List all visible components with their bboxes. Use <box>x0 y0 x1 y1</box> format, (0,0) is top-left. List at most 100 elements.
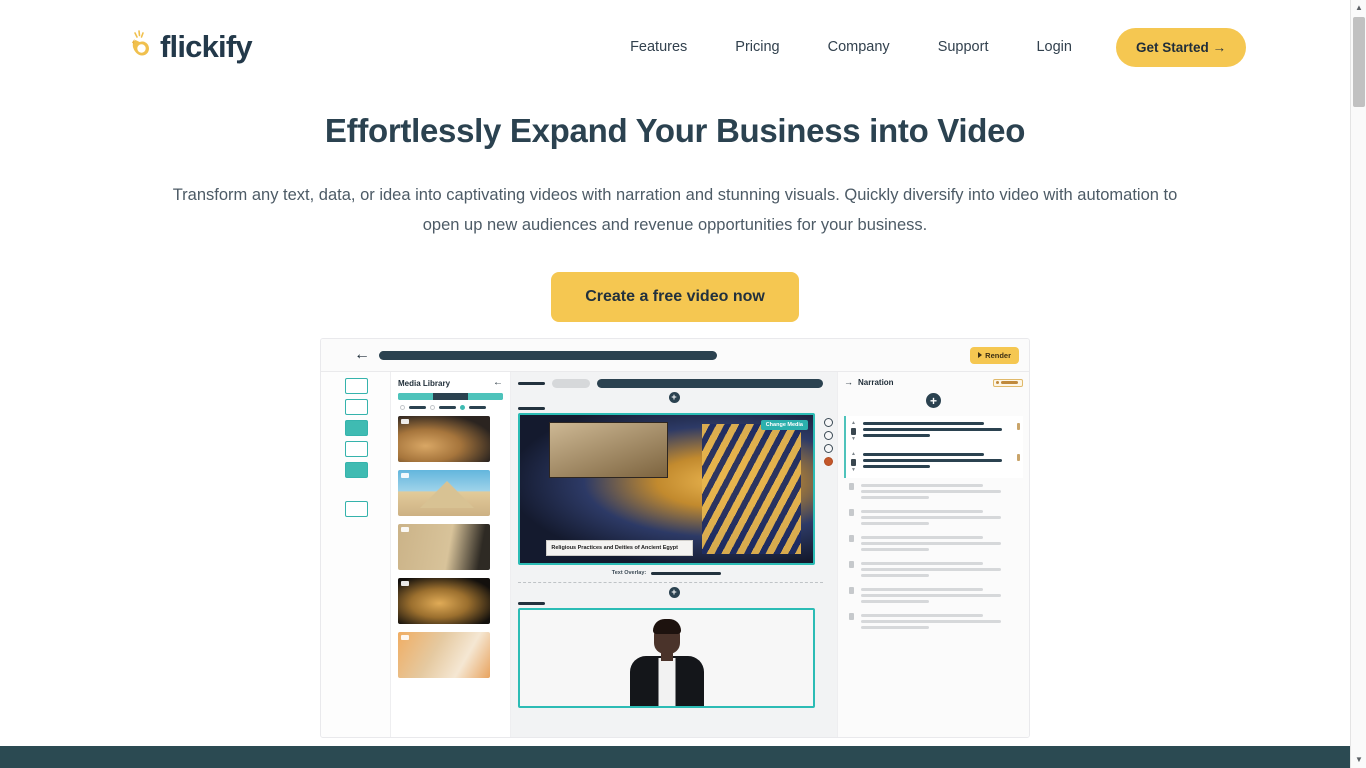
scene-card-1[interactable]: Change Media Religious Practices and Dei… <box>518 413 815 565</box>
scroll-down-icon[interactable]: ▼ <box>1351 752 1366 768</box>
scrollbar-thumb[interactable] <box>1353 17 1365 107</box>
brand-logo[interactable]: flickify <box>126 29 253 65</box>
narration-item[interactable] <box>844 556 1023 582</box>
video-icon <box>401 581 409 586</box>
narration-item-controls[interactable] <box>847 587 856 594</box>
nav-item-login[interactable]: Login <box>1012 31 1095 63</box>
text-overlay-value[interactable] <box>651 571 722 575</box>
sarcophagus-thumbnail[interactable] <box>398 416 490 462</box>
scene-card-2[interactable] <box>518 608 815 708</box>
avatar-hair <box>652 619 681 634</box>
drag-handle-icon[interactable] <box>851 428 856 435</box>
media-library-title: Media Library <box>398 378 451 388</box>
rail-item[interactable] <box>345 378 368 394</box>
scene-rail <box>321 372 391 737</box>
narration-item-controls[interactable] <box>847 509 856 516</box>
narration-item[interactable] <box>844 504 1023 530</box>
narration-item[interactable] <box>844 530 1023 556</box>
app-topbar: ← Render <box>321 339 1029 372</box>
narration-item-controls[interactable]: ▲ ▼ <box>849 421 858 442</box>
rail-item[interactable] <box>345 501 368 517</box>
chevron-up-icon[interactable]: ▲ <box>851 421 856 426</box>
media-library-tabs[interactable] <box>398 393 503 400</box>
drag-handle-icon[interactable] <box>849 613 854 620</box>
back-arrow-icon[interactable]: ← <box>354 347 370 363</box>
hieroglyphics-thumbnail[interactable] <box>398 524 490 570</box>
chevron-left-icon[interactable]: ← <box>493 378 503 388</box>
mummy-thumbnail[interactable] <box>398 578 490 624</box>
drag-handle-icon[interactable] <box>849 483 854 490</box>
arrow-right-icon[interactable]: → <box>844 378 853 387</box>
scene-action-icon[interactable] <box>824 431 833 440</box>
chevron-up-icon[interactable]: ▲ <box>851 452 856 457</box>
video-icon <box>401 635 409 640</box>
page-scrollbar[interactable]: ▲ ▼ <box>1350 0 1366 768</box>
narration-header: → Narration <box>844 378 1023 387</box>
canvas-chip[interactable] <box>552 379 590 388</box>
app-preview-image: ← Render Media Library ← + Change Media … <box>320 338 1030 738</box>
app-body: Media Library ← + Change Media Religious… <box>321 372 1029 737</box>
scene-action-icon-active[interactable] <box>824 457 833 466</box>
drag-handle-icon[interactable] <box>849 509 854 516</box>
rail-item[interactable] <box>345 462 368 478</box>
narration-item-controls[interactable]: ▲ ▼ <box>849 452 858 473</box>
narration-item[interactable]: ▲ ▼ <box>844 447 1023 478</box>
drag-handle-icon[interactable] <box>849 587 854 594</box>
filter-label <box>409 406 426 409</box>
nav-item-pricing[interactable]: Pricing <box>711 31 803 63</box>
pyramid-thumbnail[interactable] <box>398 470 490 516</box>
narration-item-controls[interactable] <box>847 613 856 620</box>
scene-action-icon[interactable] <box>824 418 833 427</box>
scroll-up-icon[interactable]: ▲ <box>1351 0 1366 16</box>
drag-handle-icon[interactable] <box>849 535 854 542</box>
narration-item-controls[interactable] <box>847 483 856 490</box>
narration-item-text <box>863 421 1012 437</box>
project-title-bar <box>379 350 717 360</box>
radio-icon[interactable] <box>460 405 465 410</box>
nav-item-features[interactable]: Features <box>606 31 711 63</box>
narration-item-badge <box>1017 537 1020 544</box>
scene-action-buttons <box>824 418 833 466</box>
scene-label-2 <box>518 602 545 605</box>
change-media-button[interactable]: Change Media <box>760 420 808 430</box>
drag-handle-icon[interactable] <box>851 459 856 466</box>
add-scene-button-top[interactable]: + <box>668 392 680 403</box>
footer-band <box>0 746 1350 768</box>
chevron-down-icon[interactable]: ▼ <box>851 437 856 442</box>
narration-item-controls[interactable] <box>847 561 856 568</box>
canvas-title-bar <box>597 379 823 388</box>
rail-item[interactable] <box>345 399 368 415</box>
narration-item-badge <box>1017 511 1020 518</box>
narration-item[interactable]: ▲ ▼ <box>844 416 1023 447</box>
scene-action-icon[interactable] <box>824 444 833 453</box>
pharaoh-statue-thumbnail[interactable] <box>398 632 490 678</box>
scene-divider <box>518 582 823 583</box>
hero-section: Effortlessly Expand Your Business into V… <box>0 110 1350 322</box>
add-narration-button[interactable]: + <box>926 393 941 408</box>
narration-item[interactable] <box>844 582 1023 608</box>
rail-item[interactable] <box>345 420 368 436</box>
drag-handle-icon[interactable] <box>849 561 854 568</box>
nav-item-company[interactable]: Company <box>804 31 914 63</box>
narration-item-controls[interactable] <box>847 535 856 542</box>
narration-panel: → Narration + ▲ ▼ ▲ ▼ <box>837 372 1029 737</box>
narration-item-badge <box>1017 485 1020 492</box>
radio-icon[interactable] <box>400 405 405 410</box>
media-library-filters[interactable] <box>398 405 503 410</box>
create-free-video-button[interactable]: Create a free video now <box>551 271 799 322</box>
nav-item-support[interactable]: Support <box>914 31 1013 63</box>
narration-item[interactable] <box>844 478 1023 504</box>
render-button[interactable]: Render <box>970 346 1019 364</box>
site-header: flickify Features Pricing Company Suppor… <box>0 0 1350 94</box>
rail-item[interactable] <box>345 441 368 457</box>
narration-badge[interactable] <box>993 378 1023 387</box>
radio-icon[interactable] <box>430 405 435 410</box>
get-started-button[interactable]: Get Started → <box>1115 27 1246 67</box>
chevron-down-icon[interactable]: ▼ <box>851 468 856 473</box>
narration-item-text <box>861 561 1012 577</box>
hand-snap-icon <box>132 30 149 56</box>
scene-caption: Religious Practices and Deities of Ancie… <box>546 539 693 556</box>
narration-item-badge <box>1017 423 1020 430</box>
add-scene-button-bottom[interactable]: + <box>668 587 680 598</box>
narration-item[interactable] <box>844 608 1023 634</box>
